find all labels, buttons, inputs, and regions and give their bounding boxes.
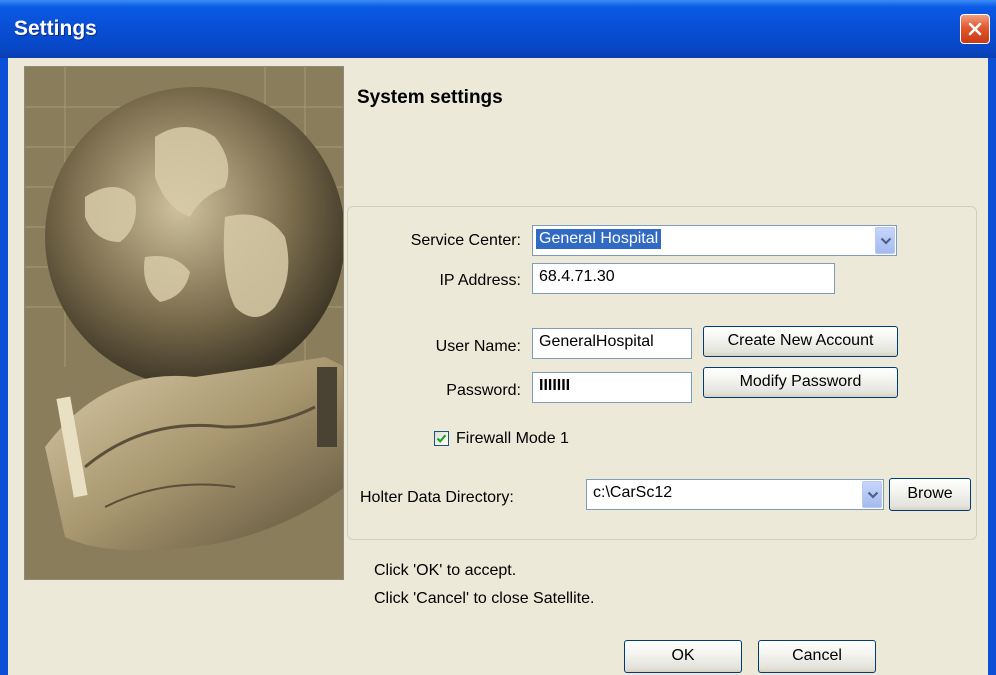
firewall-checkbox[interactable] xyxy=(434,431,449,446)
ok-button[interactable]: OK xyxy=(624,640,742,673)
ok-button-label: OK xyxy=(671,647,695,664)
browse-label: Browe xyxy=(907,485,953,502)
window-title: Settings xyxy=(14,17,97,40)
close-icon xyxy=(968,22,982,36)
globe-handshake-image xyxy=(24,66,344,580)
holter-directory-dropdown-button[interactable] xyxy=(862,481,882,508)
password-label: Password: xyxy=(446,382,521,399)
checkmark-icon xyxy=(436,434,447,443)
ip-address-input[interactable]: 68.4.71.30 xyxy=(532,263,835,294)
create-new-account-label: Create New Account xyxy=(727,332,874,349)
create-new-account-button[interactable]: Create New Account xyxy=(703,326,898,357)
info-line-accept: Click 'OK' to accept. xyxy=(374,562,517,579)
settings-window: Settings System settings Service Center:… xyxy=(0,0,996,675)
browse-button[interactable]: Browe xyxy=(889,478,971,511)
chevron-down-icon xyxy=(867,491,879,499)
close-button[interactable] xyxy=(960,14,990,44)
modify-password-button[interactable]: Modify Password xyxy=(703,367,898,398)
holter-directory-value: c:\CarSc12 xyxy=(593,484,673,501)
service-center-label: Service Center: xyxy=(410,232,521,249)
cancel-button[interactable]: Cancel xyxy=(758,640,876,673)
section-heading: System settings xyxy=(357,87,503,108)
dialog-client-area: System settings Service Center: General … xyxy=(8,58,988,675)
service-center-value: General Hospital xyxy=(536,229,662,249)
password-input[interactable]: IIIIIII xyxy=(532,372,692,403)
globe-handshake-illustration xyxy=(25,67,343,579)
title-bar[interactable]: Settings xyxy=(0,0,996,58)
modify-password-label: Modify Password xyxy=(739,373,862,390)
user-name-input[interactable]: GeneralHospital xyxy=(532,328,692,359)
holter-directory-label: Holter Data Directory: xyxy=(360,489,514,506)
ip-address-label: IP Address: xyxy=(439,272,521,289)
service-center-dropdown[interactable]: General Hospital xyxy=(532,225,897,256)
holter-directory-dropdown[interactable]: c:\CarSc12 xyxy=(586,479,884,510)
user-name-label: User Name: xyxy=(435,338,521,355)
firewall-label: Firewall Mode 1 xyxy=(456,430,569,447)
info-line-cancel: Click 'Cancel' to close Satellite. xyxy=(374,590,595,607)
cancel-button-label: Cancel xyxy=(792,647,842,664)
chevron-down-icon xyxy=(880,237,892,245)
service-center-dropdown-button[interactable] xyxy=(875,227,895,254)
